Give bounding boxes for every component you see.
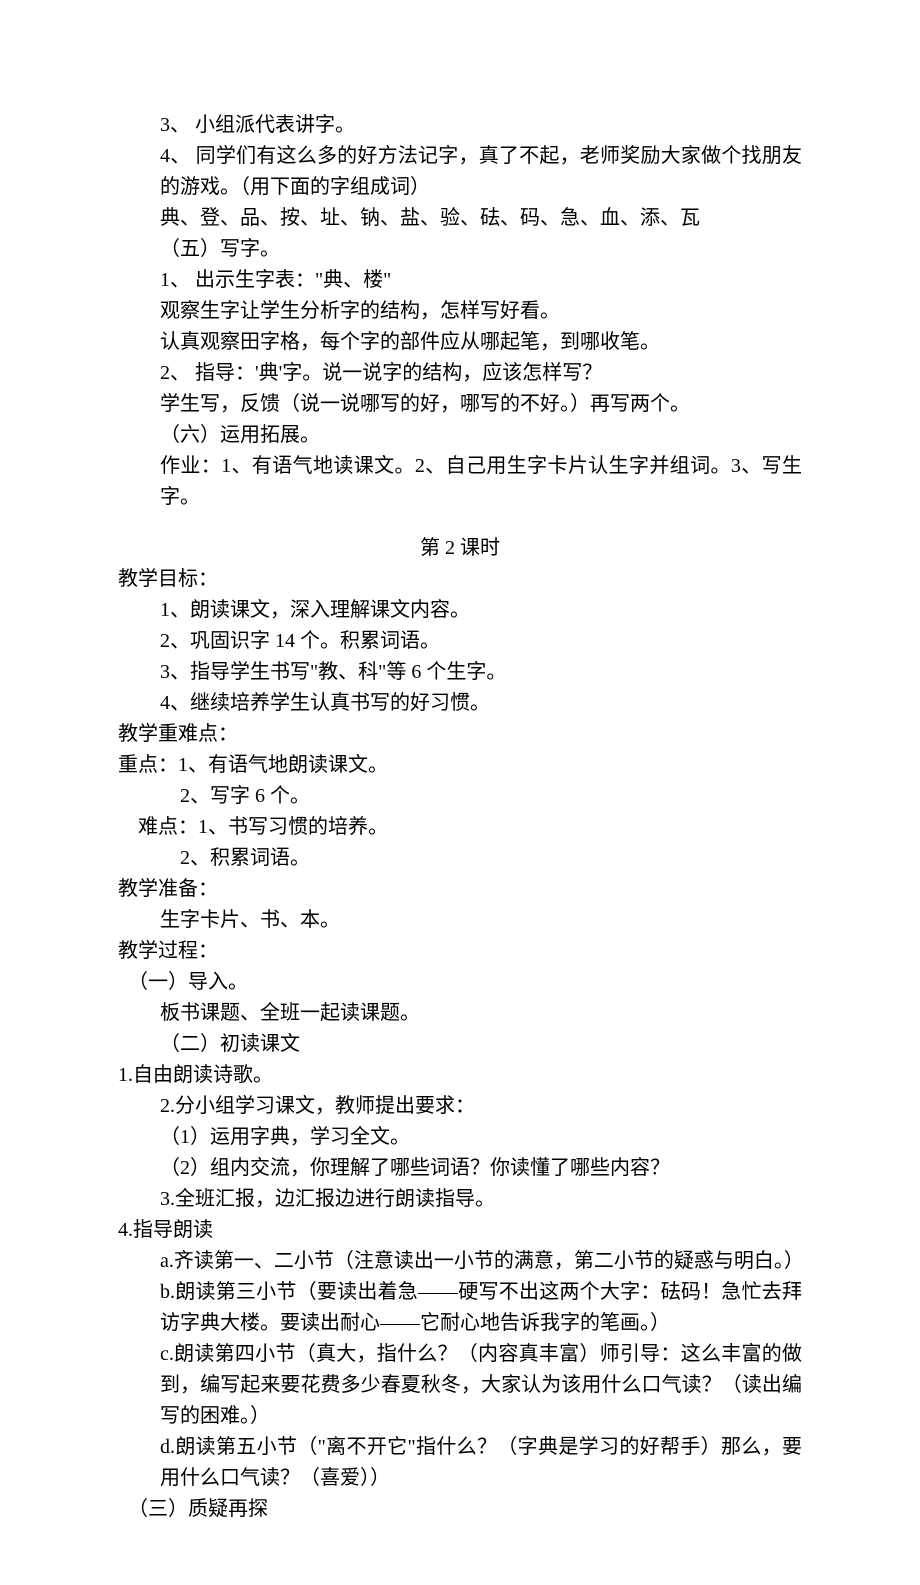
- process-item: 板书课题、全班一起读课题。: [118, 998, 802, 1029]
- goal-item: 4、继续培养学生认真书写的好习惯。: [118, 688, 802, 719]
- process-item: 4.指导朗读: [118, 1215, 802, 1246]
- heading-process: 教学过程：: [118, 936, 802, 967]
- line-item: 学生写，反馈（说一说哪写的好，哪写的不好。）再写两个。: [118, 389, 802, 420]
- difficulty-item: 难点：1、书写习惯的培养。: [118, 812, 802, 843]
- difficulty-item: 2、积累词语。: [118, 843, 802, 874]
- process-step: （三）质疑再探: [118, 1494, 802, 1525]
- line-item: 4、 同学们有这么多的好方法记字，真了不起，老师奖励大家做个找朋友的游戏。（用下…: [118, 141, 802, 203]
- line-item: 作业：1、有语气地读课文。2、自己用生字卡片认生字并组词。3、写生字。: [118, 451, 802, 513]
- line-item: 观察生字让学生分析字的结构，怎样写好看。: [118, 296, 802, 327]
- line-item: 典、登、品、按、址、钠、盐、验、砝、码、急、血、添、瓦: [118, 203, 802, 234]
- reading-item: b.朗读第三小节（要读出着急——硬写不出这两个大字：砝码！急忙去拜访字典大楼。要…: [118, 1277, 802, 1339]
- process-item: 1.自由朗读诗歌。: [118, 1060, 802, 1091]
- line-item: 认真观察田字格，每个字的部件应从哪起笔，到哪收笔。: [118, 327, 802, 358]
- focus-item: 2、写字 6 个。: [118, 781, 802, 812]
- goal-item: 3、指导学生书写"教、科"等 6 个生字。: [118, 657, 802, 688]
- process-item: （2）组内交流，你理解了哪些词语？你读懂了哪些内容？: [118, 1153, 802, 1184]
- goal-item: 1、朗读课文，深入理解课文内容。: [118, 595, 802, 626]
- section-title: 第 2 课时: [118, 533, 802, 564]
- process-item: 2.分小组学习课文，教师提出要求：: [118, 1091, 802, 1122]
- focus-item: 重点：1、有语气地朗读课文。: [118, 750, 802, 781]
- reading-item: c.朗读第四小节（真大，指什么？（内容真丰富）师引导：这么丰富的做到，编写起来要…: [118, 1339, 802, 1432]
- line-item: 2、 指导：'典'字。说一说字的结构，应该怎样写？: [118, 358, 802, 389]
- reading-item: d.朗读第五小节（"离不开它"指什么？（字典是学习的好帮手）那么，要用什么口气读…: [118, 1432, 802, 1494]
- goal-item: 2、巩固识字 14 个。积累词语。: [118, 626, 802, 657]
- heading-focus: 教学重难点：: [118, 719, 802, 750]
- process-item: （1）运用字典，学习全文。: [118, 1122, 802, 1153]
- reading-item: a.齐读第一、二小节（注意读出一小节的满意，第二小节的疑惑与明白。）: [118, 1246, 802, 1277]
- process-step: （二）初读课文: [118, 1029, 802, 1060]
- line-item: （五）写字。: [118, 234, 802, 265]
- line-item: （六）运用拓展。: [118, 420, 802, 451]
- line-item: 3、 小组派代表讲字。: [118, 110, 802, 141]
- process-step: （一）导入。: [118, 967, 802, 998]
- line-item: 1、 出示生字表："典、楼": [118, 265, 802, 296]
- process-item: 3.全班汇报，边汇报边进行朗读指导。: [118, 1184, 802, 1215]
- prep-item: 生字卡片、书、本。: [118, 905, 802, 936]
- heading-goals: 教学目标：: [118, 564, 802, 595]
- heading-prep: 教学准备：: [118, 874, 802, 905]
